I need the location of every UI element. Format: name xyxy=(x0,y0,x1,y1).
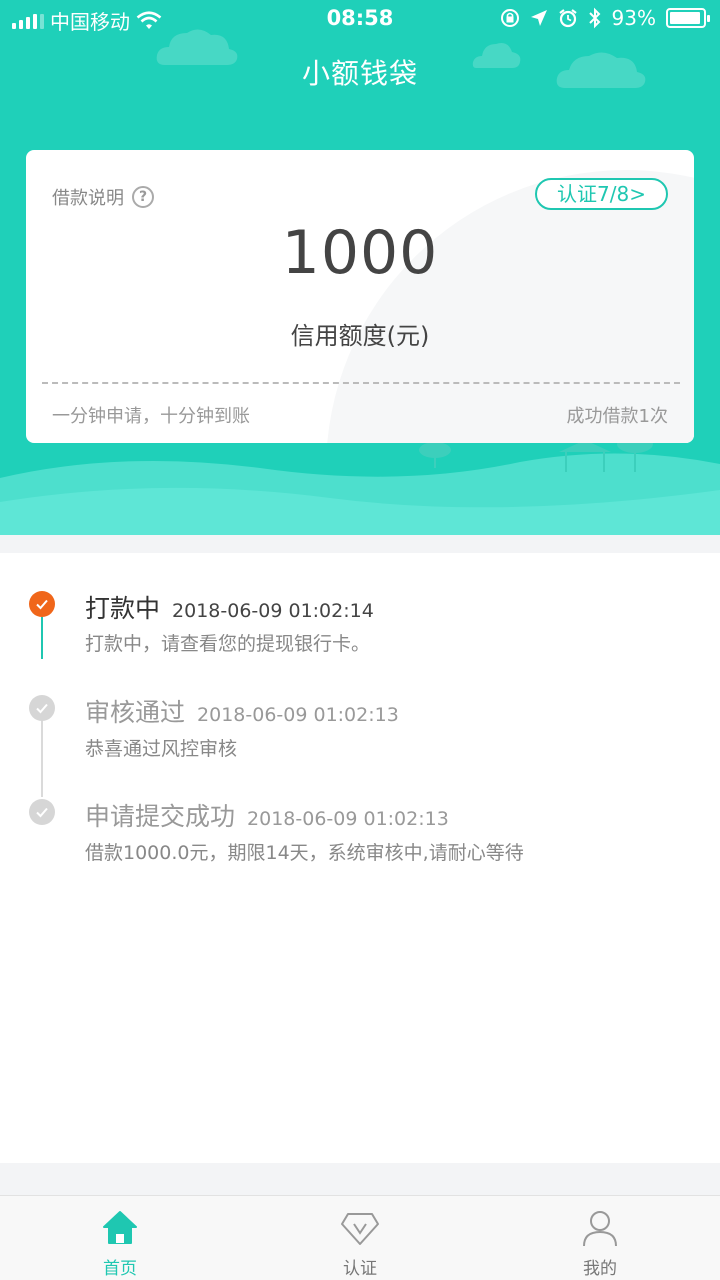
loan-explanation-link[interactable]: 借款说明 ? xyxy=(52,184,154,210)
step-check-icon xyxy=(29,591,55,617)
credit-amount-label: 信用额度(元) xyxy=(290,322,430,350)
loan-status-timeline: 打款中 2018-06-09 01:02:14 打款中，请查看您的提现银行卡。 … xyxy=(0,553,720,1163)
bottom-spacer xyxy=(0,1163,720,1195)
tab-home-label: 首页 xyxy=(103,1259,137,1279)
page-title: 小额钱袋 xyxy=(301,57,418,90)
timeline-connector-active xyxy=(41,617,43,659)
tab-mine-label: 我的 xyxy=(583,1259,617,1279)
bottom-tab-bar: 首页 认证 我的 xyxy=(0,1195,720,1280)
step-header: 申请提交成功 2018-06-09 01:02:13 xyxy=(85,797,449,833)
battery-percent: 93% xyxy=(611,6,656,30)
step-header: 审核通过 2018-06-09 01:02:13 xyxy=(85,693,399,729)
battery-icon xyxy=(666,8,710,28)
step-time: 2018-06-09 01:02:13 xyxy=(197,704,399,726)
dashed-divider xyxy=(42,382,680,384)
step-description: 借款1000.0元，期限14天，系统审核中,请耐心等待 xyxy=(85,842,524,864)
diamond-badge-icon xyxy=(341,1213,379,1245)
credit-card-panel: 借款说明 ? 认证7/8> 1000 信用额度(元) 一分钟申请，十分钟到账 成… xyxy=(26,150,694,443)
step-check-icon xyxy=(29,695,55,721)
orientation-lock-icon xyxy=(500,9,519,27)
card-footer-slogan: 一分钟申请，十分钟到账 xyxy=(52,406,250,427)
section-divider xyxy=(0,535,720,553)
step-header: 打款中 2018-06-09 01:02:14 xyxy=(85,589,374,625)
step-time: 2018-06-09 01:02:13 xyxy=(247,808,449,830)
question-circle-icon: ? xyxy=(132,186,154,208)
header-banner: 中国移动 08:58 93% 小额钱袋 借款说明 ? 认证7/8> 1000 信… xyxy=(0,0,720,535)
step-title: 打款中 xyxy=(85,594,161,623)
tab-certification-label: 认证 xyxy=(343,1259,377,1279)
alarm-clock-icon xyxy=(558,9,577,28)
battery-level xyxy=(670,12,700,24)
tab-home[interactable]: 首页 xyxy=(0,1196,240,1280)
certification-progress-button[interactable]: 认证7/8> xyxy=(535,178,668,210)
location-arrow-icon xyxy=(530,10,547,26)
timeline-connector xyxy=(41,719,43,797)
step-title: 申请提交成功 xyxy=(85,802,236,831)
home-icon xyxy=(103,1211,137,1244)
step-description: 打款中，请查看您的提现银行卡。 xyxy=(85,633,371,655)
credit-amount: 1000 xyxy=(281,218,439,288)
tab-mine[interactable]: 我的 xyxy=(480,1196,720,1280)
step-title: 审核通过 xyxy=(85,698,186,727)
step-check-icon xyxy=(29,799,55,825)
successful-loans-count: 成功借款1次 xyxy=(566,406,668,427)
status-indicators: 93% xyxy=(500,6,710,30)
tab-certification[interactable]: 认证 xyxy=(240,1196,480,1280)
bluetooth-icon xyxy=(588,7,600,29)
step-description: 恭喜通过风控审核 xyxy=(85,738,238,760)
status-bar: 中国移动 08:58 93% xyxy=(0,0,720,38)
person-icon xyxy=(583,1211,617,1247)
loan-explanation-label: 借款说明 xyxy=(52,188,124,209)
step-time: 2018-06-09 01:02:14 xyxy=(172,600,374,622)
